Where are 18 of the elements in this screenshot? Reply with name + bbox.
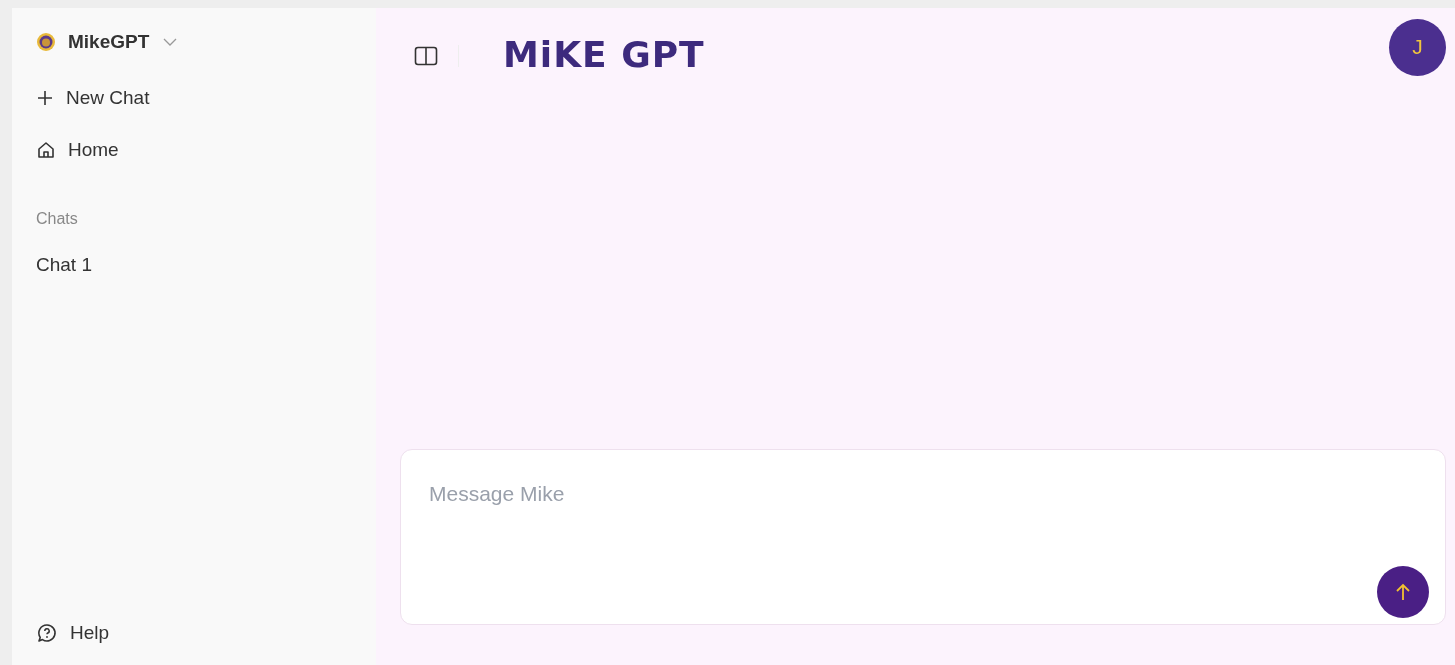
- new-chat-button[interactable]: New Chat: [36, 83, 150, 113]
- home-link[interactable]: Home: [36, 135, 119, 165]
- section-title: Chats: [36, 210, 78, 228]
- help-icon: [36, 622, 58, 644]
- arrow-up-icon: [1395, 583, 1411, 601]
- chat-item[interactable]: Chat 1: [36, 252, 92, 278]
- chevron-down-icon: [163, 38, 178, 46]
- workspace-switcher[interactable]: MikeGPT: [36, 27, 178, 57]
- sidebar-icon: [414, 46, 438, 66]
- logo: MiKE GPT: [503, 33, 705, 75]
- send-button[interactable]: [1377, 566, 1429, 618]
- user-avatar[interactable]: J: [1389, 18, 1446, 76]
- help-link[interactable]: Help: [36, 618, 110, 648]
- sidebar-toggle-button[interactable]: [414, 46, 438, 66]
- message-field[interactable]: Message Mike: [429, 482, 929, 512]
- mascot-icon: [36, 32, 56, 52]
- plus-icon: [36, 89, 54, 107]
- home-icon: [36, 140, 56, 160]
